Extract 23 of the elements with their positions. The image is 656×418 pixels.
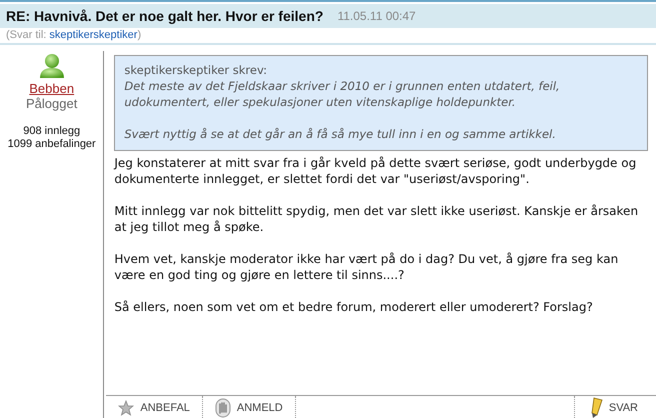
post-paragraph: Hvem vet, kanskje moderator ikke har vært på do i dag? Du vet, å gjøre fra seg kan være en god ting og gjøre en lettere til sinns....? (114, 251, 620, 283)
reply-to-label: (Svar til: (6, 29, 48, 41)
hand-icon (214, 398, 231, 418)
post-paragraph: Jeg konstaterer at mitt svar fra i går kveld på dette svært seriøse, godt underbygde og dokumenterte innlegget, er slettet fordi det var "useriøst/avsporing". (114, 155, 638, 187)
reply-to-link[interactable]: skeptikerskeptiker (49, 29, 138, 41)
recommendation-count: 1099 anbefalinger (8, 138, 96, 151)
quote-header: skeptikerskeptiker skrev: (124, 62, 268, 78)
post-count: 908 innlegg (23, 125, 80, 138)
reply-button[interactable]: SVAR (574, 396, 656, 418)
user-avatar-icon (38, 53, 65, 79)
post-paragraph: Mitt innlegg var nok bittelitt spydig, men det var slett ikke useriøst. Kanskje er årsaken at jeg tillot meg å spøke. (114, 203, 640, 235)
star-icon (118, 400, 134, 416)
author-status: Pålogget (26, 96, 78, 111)
quote-paragraph: Det meste av det Fjeldskaar skriver i 2010 er i grunnen enten utdatert, feil, udokumentert, eller spekulasjoner uten vitenskaplige holdepunkter. (124, 78, 561, 110)
author-name-link[interactable]: Bebben (29, 81, 74, 96)
post-paragraph: Så ellers, noen som vet om et bedre forum, moderert eller umoderert? Forslag? (114, 299, 594, 315)
post-title: RE: Havnivå. Det er noe galt her. Hvor er feilen? (6, 8, 324, 24)
pencil-icon (588, 397, 603, 418)
action-button[interactable]: ANMELD (202, 396, 296, 418)
action-button[interactable]: ANBEFAL (106, 396, 203, 418)
quote-paragraph: Svært nyttig å se at det går an å få så mye tull inn i en og samme artikkel. (124, 126, 557, 142)
post-timestamp: 11.05.11 00:47 (337, 9, 416, 23)
reply-to-close: ) (137, 29, 142, 41)
